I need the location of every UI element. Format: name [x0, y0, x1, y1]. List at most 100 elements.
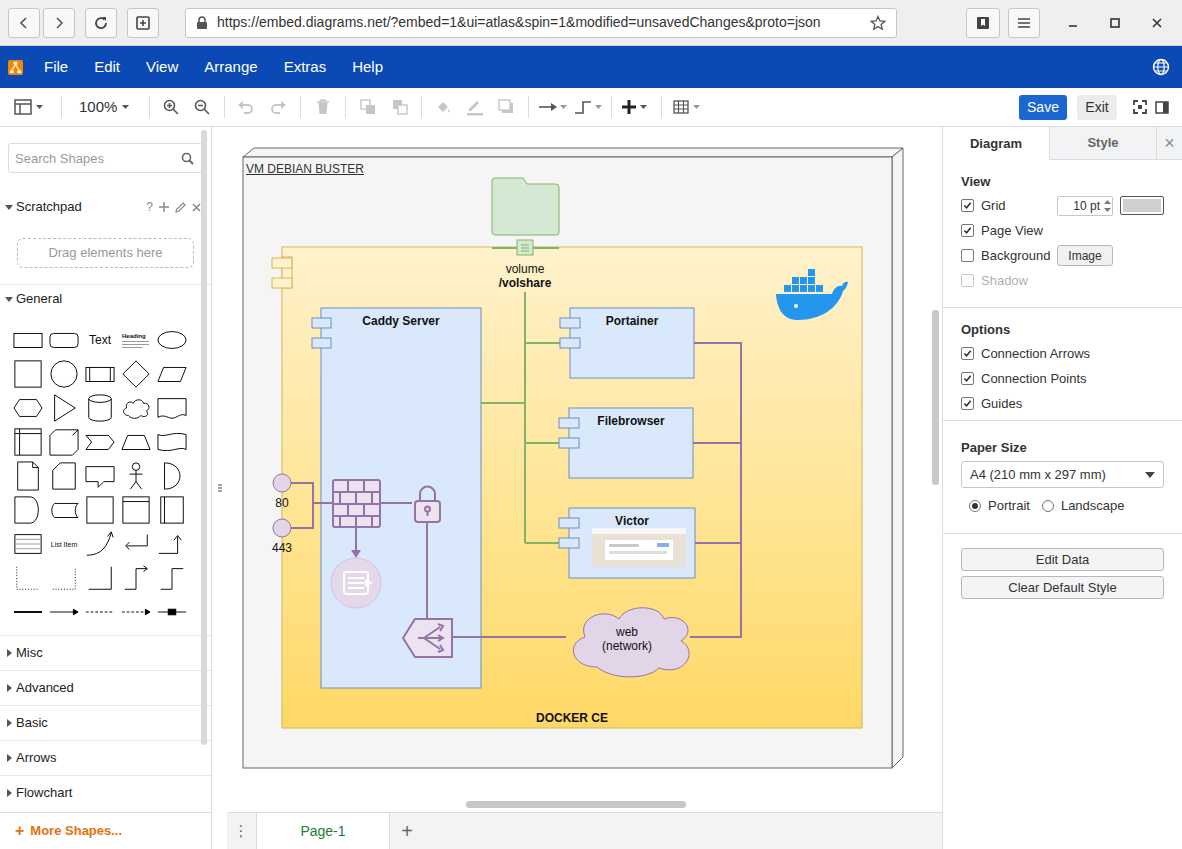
option-label[interactable]: Page View [981, 221, 1043, 241]
panel-tab[interactable]: Diagram [943, 127, 1049, 160]
shape-tile[interactable]: List Item [46, 527, 82, 561]
url-text[interactable]: https://embed.diagrams.net/?embed=1&ui=a… [217, 12, 861, 33]
back-button[interactable] [8, 8, 40, 38]
section-title[interactable]: General [16, 289, 62, 309]
service-title[interactable]: Filebrowser [569, 414, 693, 428]
section-header[interactable]: Basic [0, 705, 211, 740]
shape-tile[interactable] [46, 391, 82, 425]
section-header[interactable]: Advanced [0, 670, 211, 705]
web-cloud[interactable] [573, 608, 689, 677]
table-button[interactable] [673, 95, 700, 119]
volume-label[interactable]: volume [506, 262, 545, 276]
volume-path[interactable]: /volshare [499, 276, 552, 290]
delete-button[interactable] [312, 95, 334, 119]
extension-button[interactable] [966, 8, 1000, 38]
shape-tile[interactable] [154, 561, 190, 595]
close-icon[interactable] [192, 203, 201, 212]
section-header[interactable]: Misc [0, 635, 211, 670]
shape-tile[interactable] [118, 459, 154, 493]
zoom-value[interactable]: 100% [79, 96, 117, 119]
undo-button[interactable] [235, 95, 257, 119]
vertical-scrollbar[interactable] [932, 310, 939, 485]
new-tab-button[interactable] [127, 8, 159, 38]
expand-icon[interactable] [4, 649, 14, 657]
section-title[interactable]: Advanced [16, 678, 74, 698]
shape-tile[interactable] [118, 391, 154, 425]
pages-menu-button[interactable]: ⋮ [227, 813, 255, 849]
option-row[interactable]: Connection Points [961, 366, 1164, 391]
shape-tile[interactable] [10, 425, 46, 459]
service-title[interactable]: Portainer [570, 314, 694, 328]
redo-button[interactable] [267, 95, 289, 119]
shape-tile[interactable] [82, 391, 118, 425]
close-window-button[interactable] [1145, 11, 1169, 35]
fullscreen-button[interactable] [1132, 99, 1148, 115]
shape-tile[interactable] [10, 493, 46, 527]
browser-menu-button[interactable] [1008, 8, 1040, 38]
shape-tile[interactable] [118, 493, 154, 527]
edit-icon[interactable] [175, 202, 186, 213]
option-label[interactable]: Shadow [981, 271, 1028, 291]
shape-tile[interactable] [82, 493, 118, 527]
shape-tile[interactable] [118, 357, 154, 391]
more-shapes-label[interactable]: More Shapes... [30, 821, 122, 841]
shape-tile[interactable] [154, 391, 190, 425]
shape-tile[interactable] [10, 561, 46, 595]
shape-tile[interactable] [46, 459, 82, 493]
grid-color-swatch[interactable] [1120, 196, 1164, 215]
option-label[interactable]: Grid [981, 196, 1006, 216]
port[interactable] [273, 474, 291, 492]
expand-icon[interactable] [4, 684, 14, 692]
expand-icon[interactable] [4, 295, 14, 303]
horizontal-scrollbar[interactable] [466, 801, 686, 808]
maximize-button[interactable] [1103, 11, 1127, 35]
section-header[interactable]: Arrows [0, 740, 211, 775]
option-row[interactable]: Grid 10 pt [961, 193, 1164, 218]
shape-tile[interactable] [10, 391, 46, 425]
sidebar-splitter[interactable] [212, 127, 227, 849]
shape-tile[interactable] [46, 357, 82, 391]
radio-label[interactable]: Landscape [1061, 496, 1125, 516]
zoom-select[interactable]: 100% [79, 95, 129, 119]
shape-tile[interactable] [46, 561, 82, 595]
option-row[interactable]: Shadow [961, 268, 1164, 293]
caddy-box[interactable] [312, 308, 481, 688]
fill-color-button[interactable] [433, 95, 455, 119]
checkbox[interactable] [961, 249, 974, 262]
minimize-button[interactable] [1061, 11, 1085, 35]
edit-data-button[interactable]: Edit Data [961, 548, 1164, 571]
shape-tile[interactable] [82, 459, 118, 493]
grid-size-value[interactable]: 10 pt [1058, 197, 1103, 215]
paper-size-select[interactable]: A4 (210 mm x 297 mm) [961, 461, 1164, 488]
menu-item[interactable]: Arrange [191, 56, 270, 79]
checkbox[interactable] [961, 397, 974, 410]
service-title[interactable]: Victor [569, 514, 695, 528]
page-tab-label[interactable]: Page-1 [300, 821, 345, 842]
portainer-box[interactable] [560, 308, 694, 378]
option-label[interactable]: Connection Points [981, 369, 1087, 389]
add-page-button[interactable]: + [390, 813, 424, 849]
shape-tile[interactable] [46, 595, 82, 629]
option-row[interactable]: Connection Arrows [961, 341, 1164, 366]
option-row[interactable]: Page View [961, 218, 1164, 243]
help-button[interactable]: ? [146, 198, 153, 216]
background-image-button[interactable]: Image [1057, 245, 1113, 266]
section-title[interactable]: Basic [16, 713, 48, 733]
port-label[interactable]: 443 [262, 541, 302, 555]
option-label[interactable]: Connection Arrows [981, 344, 1090, 364]
shape-tile[interactable] [10, 323, 46, 357]
to-front-button[interactable] [357, 95, 379, 119]
shape-tile[interactable] [154, 357, 190, 391]
option-row[interactable]: Background Image [961, 243, 1164, 268]
panels-button[interactable] [14, 95, 48, 119]
port[interactable] [273, 519, 291, 537]
scratchpad-title[interactable]: Scratchpad [16, 197, 82, 217]
checkbox[interactable] [961, 199, 974, 212]
to-back-button[interactable] [389, 95, 411, 119]
section-title[interactable]: Flowchart [16, 783, 72, 803]
tab-label[interactable]: Style [1087, 133, 1118, 153]
shape-tile[interactable] [10, 459, 46, 493]
scratchpad-drop-area[interactable]: Drag elements here [17, 238, 194, 268]
shape-tile[interactable] [118, 595, 154, 629]
section-header[interactable]: General [0, 284, 211, 312]
